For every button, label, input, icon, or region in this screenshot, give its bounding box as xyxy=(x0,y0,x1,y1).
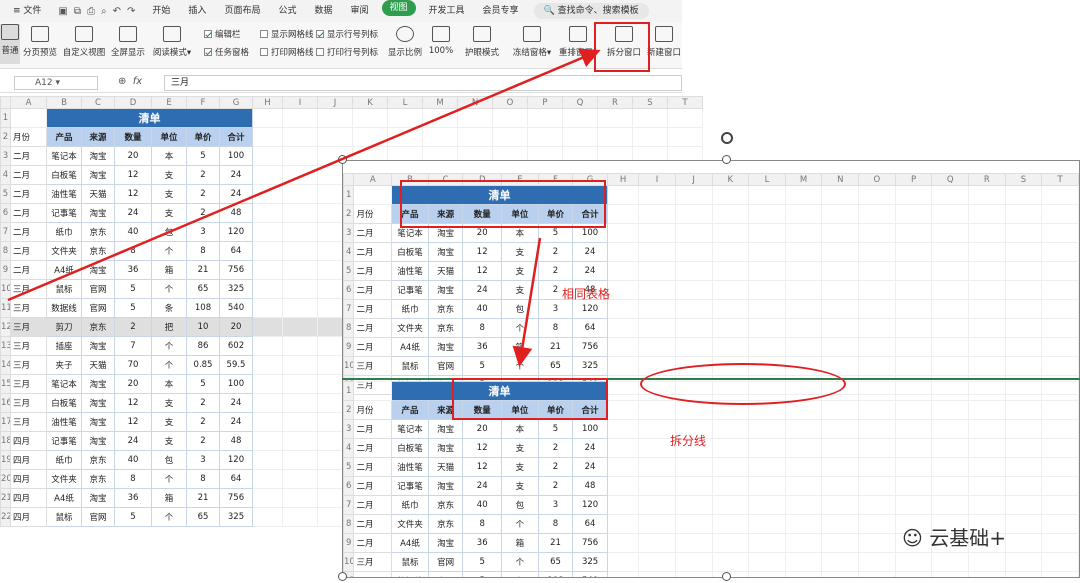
watermark: ☺ 云基础+ xyxy=(902,522,1006,551)
annotation-arrows xyxy=(7,48,601,367)
wechat-icon: ☺ xyxy=(902,526,923,550)
arrow-same-table xyxy=(512,237,542,367)
watermark-text: 云基础+ xyxy=(929,526,1006,550)
arrow-to-split-button xyxy=(7,48,601,302)
